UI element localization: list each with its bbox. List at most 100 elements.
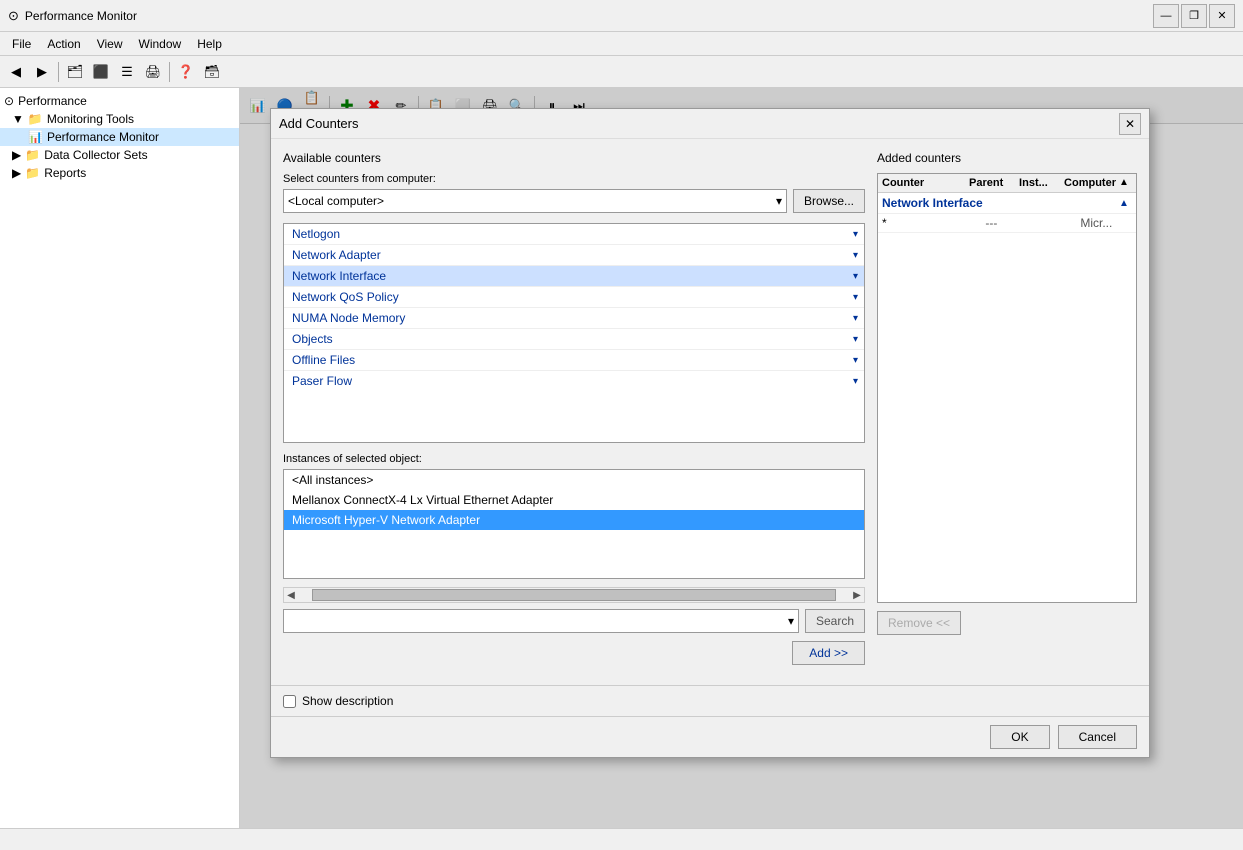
sidebar-label-monitoring: Monitoring Tools [47,112,134,126]
monitor-icon: 📊 [28,130,43,144]
search-dropdown[interactable]: ▾ [283,609,799,633]
ac-section-network-interface: Network Interface ▲ [878,193,1136,214]
scroll-thumb[interactable] [312,589,836,601]
properties-button[interactable]: ⬛ [89,60,113,84]
ac-header-inst: Inst... [1019,177,1064,189]
counter-item-paser-flow[interactable]: Paser Flow ▾ [284,371,864,391]
show-hide-button[interactable]: 🗂 [63,60,87,84]
counter-item-netlogon[interactable]: Netlogon ▾ [284,224,864,245]
sidebar-item-monitoring-tools[interactable]: ▼ 📁 Monitoring Tools [0,110,239,128]
extra-button[interactable]: 🗃 [200,60,224,84]
minimize-button[interactable]: — [1153,4,1179,28]
computer-value: <Local computer> [288,194,384,208]
dropdown-arrow-icon: ▾ [776,194,782,208]
menu-action[interactable]: Action [39,35,88,53]
sidebar-label-reports: Reports [44,166,86,180]
dialog-title-bar: Add Counters ✕ [271,109,1149,139]
counter-item-network-adapter[interactable]: Network Adapter ▾ [284,245,864,266]
chevron-icon: ▾ [853,292,858,303]
title-bar-left: ⊙ Performance Monitor [8,8,137,24]
select-from-label: Select counters from computer: [283,173,865,185]
expand-icon-2: ▶ [12,148,21,162]
menu-file[interactable]: File [4,35,39,53]
instances-label: Instances of selected object: [283,453,865,465]
dialog-title: Add Counters [279,116,359,131]
ac-row-1[interactable]: * --- Micr... [878,214,1136,233]
title-bar: ⊙ Performance Monitor — ❐ ✕ [0,0,1243,32]
browse-button[interactable]: Browse... [793,189,865,213]
h-scrollbar[interactable]: ◀ ▶ [283,587,865,603]
left-panel: Available counters Select counters from … [283,151,865,673]
instance-all[interactable]: <All instances> [284,470,864,490]
sidebar-label-performance: Performance [18,94,87,108]
sidebar-label-data-collector: Data Collector Sets [44,148,147,162]
counter-item-objects[interactable]: Objects ▾ [284,329,864,350]
menu-bar: File Action View Window Help [0,32,1243,56]
print-button[interactable]: 🖨 [141,60,165,84]
menu-view[interactable]: View [89,35,131,53]
performance-icon: ⊙ [4,94,14,108]
show-description-checkbox[interactable] [283,695,296,708]
expand-icon: ▼ [12,112,24,126]
available-counters-title: Available counters [283,151,865,165]
sidebar-item-performance-monitor[interactable]: 📊 Performance Monitor [0,128,239,146]
counter-listbox[interactable]: Netlogon ▾ Network Adapter ▾ Network Int… [283,223,865,443]
added-counters-title: Added counters [877,151,1137,165]
sidebar: ⊙ Performance ▼ 📁 Monitoring Tools 📊 Per… [0,88,240,848]
added-counters-box[interactable]: Counter Parent Inst... Computer ▲ Networ… [877,173,1137,603]
folder-icon: 📁 [28,112,43,126]
remove-button[interactable]: Remove << [877,611,961,635]
scroll-right-icon[interactable]: ▶ [850,590,864,601]
forward-button[interactable]: ▶ [30,60,54,84]
menu-help[interactable]: Help [189,35,230,53]
chevron-icon: ▾ [853,355,858,366]
show-description-row: Show description [271,685,1149,716]
folder-icon-3: 📁 [25,166,40,180]
ac-header-row: Counter Parent Inst... Computer ▲ [878,174,1136,193]
dialog-close-button[interactable]: ✕ [1119,113,1141,135]
remove-btn-row: Remove << [877,611,1137,635]
toolbar-sep-2 [169,62,170,82]
show-description-label[interactable]: Show description [302,694,393,708]
add-btn-row: Add >> [283,641,865,665]
ok-button[interactable]: OK [990,725,1049,749]
sidebar-item-data-collector[interactable]: ▶ 📁 Data Collector Sets [0,146,239,164]
chevron-icon: ▾ [853,376,858,387]
counter-item-network-interface[interactable]: Network Interface ▾ [284,266,864,287]
sidebar-item-reports[interactable]: ▶ 📁 Reports [0,164,239,182]
ac-header-counter: Counter [882,177,969,189]
title-bar-controls: — ❐ ✕ [1153,4,1235,28]
toolbar-sep-1 [58,62,59,82]
chevron-icon: ▾ [853,313,858,324]
add-button[interactable]: Add >> [792,641,865,665]
main-layout: ⊙ Performance ▼ 📁 Monitoring Tools 📊 Per… [0,88,1243,848]
back-button[interactable]: ◀ [4,60,28,84]
computer-dropdown[interactable]: <Local computer> ▾ [283,189,787,213]
counter-item-numa[interactable]: NUMA Node Memory ▾ [284,308,864,329]
help-button[interactable]: ❓ [174,60,198,84]
scroll-up-icon[interactable]: ▲ [1116,177,1132,189]
section-chevron-icon[interactable]: ▲ [1116,198,1132,209]
menu-window[interactable]: Window [131,35,190,53]
content-area: 📊 🔵 📋▾ ✚ ✖ ✏ 📋 ⬜ 🖨 🔍 ⏸ ⏭ Add Counters ✕ [240,88,1243,848]
instance-mellanox[interactable]: Mellanox ConnectX-4 Lx Virtual Ethernet … [284,490,864,510]
right-panel: Added counters Counter Parent Inst... Co… [877,151,1137,673]
counter-item-offline-files[interactable]: Offline Files ▾ [284,350,864,371]
cancel-button[interactable]: Cancel [1058,725,1137,749]
scroll-left-icon[interactable]: ◀ [284,590,298,601]
instances-box[interactable]: <All instances> Mellanox ConnectX-4 Lx V… [283,469,865,579]
restore-button[interactable]: ❐ [1181,4,1207,28]
sidebar-item-performance[interactable]: ⊙ Performance [0,92,239,110]
chevron-icon: ▾ [853,250,858,261]
search-arrow-icon: ▾ [788,614,794,628]
close-button[interactable]: ✕ [1209,4,1235,28]
instance-hyperv[interactable]: Microsoft Hyper-V Network Adapter [284,510,864,530]
chevron-icon: ▾ [853,271,858,282]
status-bar [0,828,1243,850]
dialog-body: Available counters Select counters from … [271,139,1149,685]
list-view-button[interactable]: ☰ [115,60,139,84]
search-button[interactable]: Search [805,609,865,633]
chevron-icon: ▾ [853,229,858,240]
main-toolbar: ◀ ▶ 🗂 ⬛ ☰ 🖨 ❓ 🗃 [0,56,1243,88]
counter-item-network-qos[interactable]: Network QoS Policy ▾ [284,287,864,308]
